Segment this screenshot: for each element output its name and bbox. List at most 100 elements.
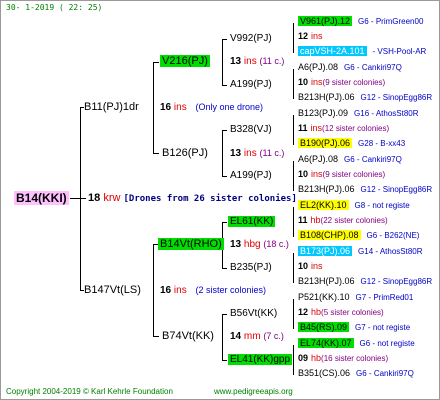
connector xyxy=(293,69,294,99)
ancestor-info: G8 - not registe xyxy=(354,201,410,210)
website-link[interactable]: www.pedigreeapis.org xyxy=(214,386,293,398)
ancestor-row[interactable]: B351(CS).06 G6 - Cankiri97Q xyxy=(298,367,414,380)
queen-b328[interactable]: B328(VJ) xyxy=(230,124,272,136)
queen-a199[interactable]: A199(PJ) xyxy=(230,79,272,91)
mating-row: 11 hb(22 sister colonies) xyxy=(298,214,388,227)
connector xyxy=(222,314,227,315)
connector xyxy=(80,107,81,291)
ancestor-label: capVSH-2A.101 xyxy=(298,46,367,56)
ancestor-label: B213H(PJ).06 xyxy=(298,92,355,102)
ancestor-info: G14 - AthosSt80R xyxy=(358,247,423,256)
mating-note: (9 sister colonies) xyxy=(322,170,386,179)
ancestor-row[interactable]: A6(PJ).08 G6 - Cankiri97Q xyxy=(298,61,402,74)
ancestor-row[interactable]: B190(PJ).06 G28 - B-xx43 xyxy=(298,137,405,150)
connector xyxy=(222,85,227,86)
mating-num: 13 xyxy=(230,239,242,250)
queen-b14vt[interactable]: B14Vt(RHO) xyxy=(158,238,224,250)
ancestor-info: G6 - Cankiri97Q xyxy=(344,155,402,164)
connector xyxy=(222,222,227,223)
queen-v216[interactable]: V216(PJ) xyxy=(160,55,210,67)
mating-row: 12 ins xyxy=(298,30,323,43)
queen-b126[interactable]: B126(PJ) xyxy=(162,147,208,159)
mating-row: 10 ins xyxy=(298,260,323,273)
mating-place: hbg xyxy=(243,239,261,250)
connector xyxy=(222,176,227,177)
ancestor-info: G16 - AthosSt80R xyxy=(354,109,419,118)
ancestor-row[interactable]: P521(KK).10 G7 - PrimRed01 xyxy=(298,291,413,304)
ancestor-row[interactable]: B213H(PJ).06 G12 - SinopEgg86R xyxy=(298,91,432,104)
connector xyxy=(222,268,227,269)
ancestor-info: G6 - B262(NE) xyxy=(366,231,420,240)
mating-num: 10 xyxy=(298,169,309,179)
queen-el61[interactable]: EL61(KK) xyxy=(228,216,276,228)
ancestor-row[interactable]: B213H(PJ).06 G12 - SinopEgg86R xyxy=(298,183,432,196)
root-mating-place: krw xyxy=(103,192,121,204)
queen-b11[interactable]: B11(PJ)1dr xyxy=(84,101,139,113)
ancestor-row[interactable]: B123(PJ).09 G16 - AthosSt80R xyxy=(298,107,419,120)
ancestor-info: G28 - B-xx43 xyxy=(358,139,406,148)
ancestor-row[interactable]: EL74(KK).07 G6 - not registe xyxy=(298,337,415,350)
root-mating: 18 krw [Drones from 26 sister colonies] xyxy=(88,192,297,205)
mating-num: 16 xyxy=(160,102,172,113)
root-queen[interactable]: B14(KKI) xyxy=(14,191,69,205)
mating-note: (11 c.) xyxy=(259,56,285,66)
ancestor-label: B213H(PJ).06 xyxy=(298,276,355,286)
mating-note: (16 sister colonies) xyxy=(321,354,389,363)
connector xyxy=(222,130,223,176)
queen-el41[interactable]: EL41(KK)gpp xyxy=(228,354,293,366)
ancestor-label: B190(PJ).06 xyxy=(298,138,353,148)
queen-b147vt[interactable]: B147Vt(LS) xyxy=(84,284,141,296)
mating-v216: 13 ins (11 c.) xyxy=(230,55,284,68)
ancestor-info: G6 - not registe xyxy=(359,339,415,348)
mating-place: mm xyxy=(243,331,261,342)
mating-num: 12 xyxy=(298,31,309,41)
ancestor-row[interactable]: capVSH-2A.101 - VSH-Pool-AR xyxy=(298,45,426,58)
mating-place: ins xyxy=(173,102,187,113)
ancestor-row[interactable]: B108(CHP).08 G6 - B262(NE) xyxy=(298,229,419,242)
mating-num: 11 xyxy=(298,215,308,225)
ancestor-info: G7 - not registe xyxy=(355,323,411,332)
connector xyxy=(153,62,154,153)
root-mating-num: 18 xyxy=(88,192,101,204)
mating-row: 10 ins(9 sister colonies) xyxy=(298,168,385,181)
ancestor-row[interactable]: B213H(PJ).06 G12 - SinopEgg86R xyxy=(298,275,432,288)
ancestor-label: B123(PJ).09 xyxy=(298,108,349,118)
ancestor-label: B45(RS).09 xyxy=(298,322,350,332)
mating-num: 14 xyxy=(230,331,242,342)
ancestor-label: A6(PJ).08 xyxy=(298,154,339,164)
mating-place: ins xyxy=(310,123,323,133)
ancestor-row[interactable]: EL2(KK).10 G8 - not registe xyxy=(298,199,410,212)
queen-a199[interactable]: A199(PJ) xyxy=(230,170,272,182)
mating-row: 09 hb(16 sister colonies) xyxy=(298,352,388,365)
mating-place: hb xyxy=(311,353,322,363)
queen-v992[interactable]: V992(PJ) xyxy=(230,33,272,45)
mating-num: 10 xyxy=(298,77,309,87)
connector xyxy=(222,39,227,40)
ancestor-row[interactable]: B45(RS).09 G7 - not registe xyxy=(298,321,410,334)
root-label: B14(KKI) xyxy=(14,191,69,205)
queen-b235[interactable]: B235(PJ) xyxy=(230,262,272,274)
ancestor-label: A6(PJ).08 xyxy=(298,62,339,72)
ancestor-label: B351(CS).06 xyxy=(298,368,351,378)
ancestor-row[interactable]: B173(PJ).06 G14 - AthosSt80R xyxy=(298,245,423,258)
connector xyxy=(153,336,159,337)
mating-place: hb xyxy=(311,307,322,317)
connector xyxy=(293,345,294,375)
ancestor-row[interactable]: A6(PJ).08 G6 - Cankiri97Q xyxy=(298,153,402,166)
mating-num: 12 xyxy=(298,307,309,317)
label: EL61(KK) xyxy=(228,216,276,227)
label: V216(PJ) xyxy=(160,55,210,67)
mating-place: ins xyxy=(311,31,323,41)
mating-num: 16 xyxy=(160,285,172,296)
mating-place: ins xyxy=(243,56,257,67)
mating-b126: 13 ins (11 c.) xyxy=(230,147,284,160)
root-mating-note: [Drones from 26 sister colonies] xyxy=(123,194,297,204)
queen-b74vt[interactable]: B74Vt(KK) xyxy=(162,330,214,342)
ancestor-label: B173(PJ).06 xyxy=(298,246,353,256)
ancestor-row[interactable]: V961(PJ).12 G6 - PrimGreen00 xyxy=(298,15,423,28)
queen-b56vt[interactable]: B56Vt(KK) xyxy=(230,308,277,320)
ancestor-info: G7 - PrimRed01 xyxy=(355,293,414,302)
mating-note: (12 sister colonies) xyxy=(322,124,390,133)
mating-place: ins xyxy=(173,285,187,296)
mating-note: (2 sister colonies) xyxy=(195,285,267,295)
